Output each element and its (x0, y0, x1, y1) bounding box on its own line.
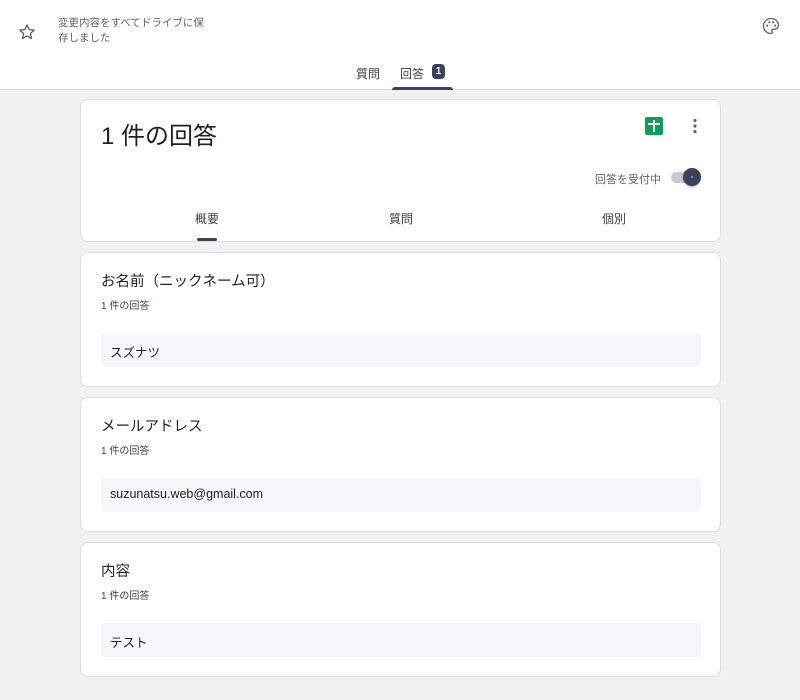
question-card-name: お名前（ニックネーム可） 1 件の回答 スズナツ (80, 252, 721, 387)
palette-icon[interactable] (758, 13, 784, 39)
tab-questions-label: 質問 (356, 67, 381, 81)
tab-question[interactable]: 質問 (371, 210, 431, 242)
question-card-content: 内容 1 件の回答 テスト (80, 542, 721, 677)
tab-questions[interactable]: 質問 (346, 60, 390, 90)
accepting-responses-label: 回答を受付中 (595, 174, 661, 186)
more-vert-icon[interactable] (685, 116, 705, 136)
tab-summary[interactable]: 概要 (177, 210, 237, 242)
top-bar: 変更内容をすべてドライブに保存しました 質問 回答 1 (0, 0, 800, 90)
question-title: メールアドレス (101, 419, 203, 435)
answer-item: suzunatsu.web@gmail.com (101, 478, 701, 512)
toggle-knob (683, 168, 701, 186)
question-response-count: 1 件の回答 (101, 301, 150, 312)
accepting-responses-toggle[interactable] (669, 168, 703, 186)
question-response-count: 1 件の回答 (101, 591, 150, 602)
sheets-icon[interactable] (645, 117, 663, 135)
tab-responses-label: 回答 (400, 67, 425, 81)
question-title: お名前（ニックネーム可） (101, 274, 275, 290)
question-card-email: メールアドレス 1 件の回答 suzunatsu.web@gmail.com (80, 397, 721, 532)
answer-item: スズナツ (101, 333, 701, 367)
answer-item: テスト (101, 623, 701, 657)
tab-responses[interactable]: 回答 1 (390, 60, 455, 90)
tab-individual-label: 個別 (601, 212, 626, 226)
star-icon[interactable] (14, 19, 40, 45)
responses-summary-card: 1 件の回答 回答を受付中 概要 質問 個別 (80, 99, 721, 242)
save-status-text: 変更内容をすべてドライブに保存しました (58, 17, 204, 44)
responses-count-title: 1 件の回答 (101, 123, 218, 150)
tab-question-label: 質問 (388, 212, 413, 226)
question-title: 内容 (101, 564, 130, 580)
tab-summary-label: 概要 (194, 212, 219, 226)
response-count-badge: 1 (432, 64, 446, 79)
question-response-count: 1 件の回答 (101, 446, 150, 457)
responses-sub-tabs: 概要 質問 個別 (81, 210, 720, 242)
main-tabs: 質問 回答 1 (346, 60, 455, 90)
tab-individual[interactable]: 個別 (584, 210, 644, 242)
